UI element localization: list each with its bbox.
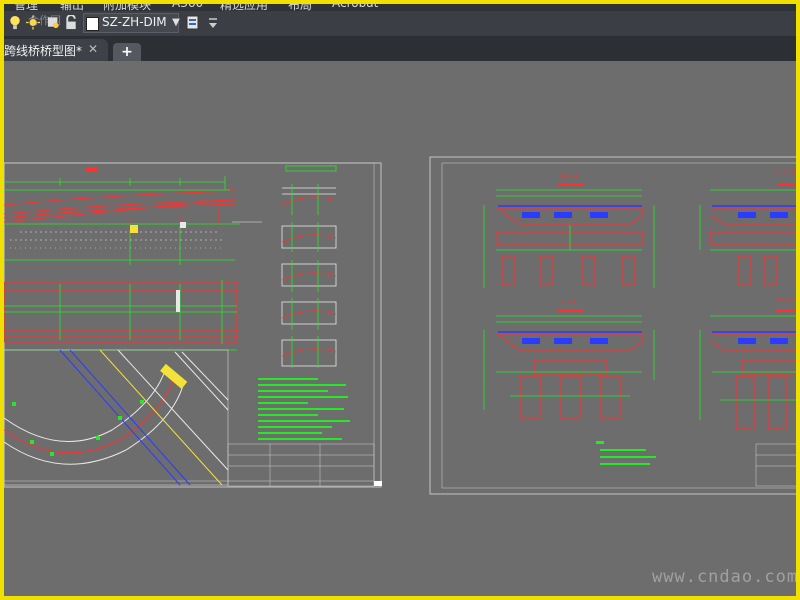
section-label-a: A – A [561, 172, 579, 180]
cursor-icon [374, 481, 382, 486]
horizontal-scrollbar[interactable] [164, 596, 724, 600]
section-b-b [699, 183, 800, 285]
right-drawing-sheet [429, 156, 800, 495]
elevation-dimensions [4, 176, 240, 265]
road-alignment-plan [3, 349, 229, 486]
watermark-top-left: 合作网 [28, 14, 61, 27]
watermark-bottom-right: www.cndao.com [652, 567, 799, 587]
left-drawing-sheet [3, 162, 382, 488]
pier-marker-2 [180, 222, 186, 228]
title-block-right [755, 443, 800, 487]
cross-section-column [281, 165, 337, 368]
title-block-left [227, 443, 375, 487]
notes-block [258, 378, 350, 440]
section-d-d [699, 309, 800, 429]
bridge-deck-highlight [160, 363, 188, 389]
plan-annotations [12, 400, 144, 456]
section-label-b: B – B [776, 168, 794, 176]
elevation-title-mark [85, 167, 97, 171]
section-c-c [483, 309, 655, 419]
section-label-d: D – D [776, 296, 795, 304]
section-a-a [483, 183, 655, 288]
section-label-c: C – C [561, 298, 579, 306]
notes-block-right [596, 441, 656, 465]
cad-drawing[interactable]: A – A B – B C – C D – D [0, 0, 800, 600]
bridge-elevation [3, 190, 236, 240]
plan-pier-mark [176, 290, 180, 312]
pier-marker-1 [130, 225, 138, 233]
